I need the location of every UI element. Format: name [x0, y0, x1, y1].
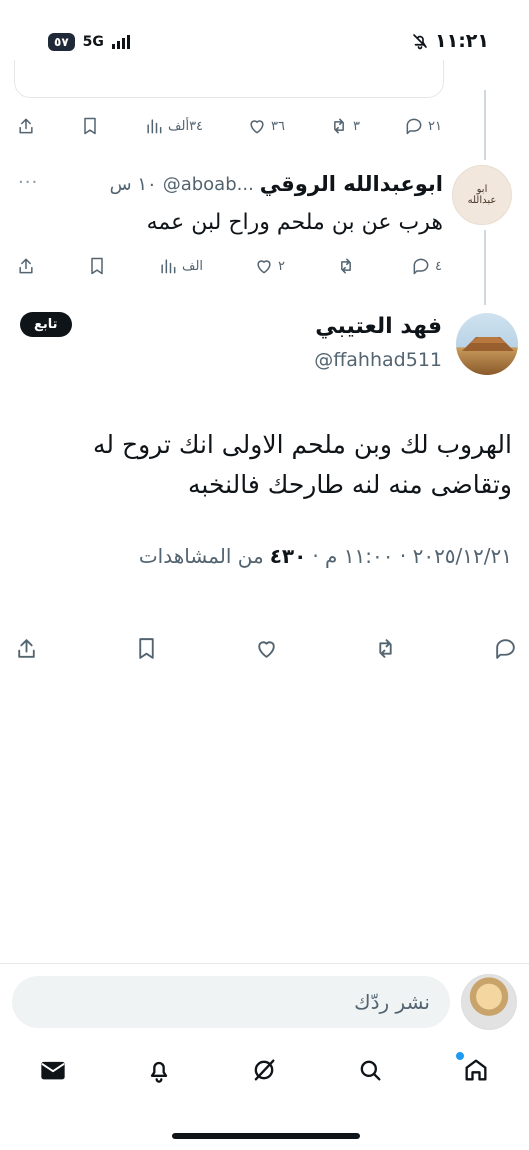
reply-icon — [496, 639, 515, 659]
share-button[interactable] — [16, 116, 36, 136]
tab-messages[interactable] — [33, 1050, 73, 1090]
retweet-icon — [341, 258, 351, 274]
reply-tweet-actions: الف ٢ ٤ — [16, 256, 442, 276]
tab-home[interactable] — [456, 1050, 496, 1090]
heart-icon — [257, 641, 275, 658]
like-button[interactable]: ٣٦ — [247, 116, 285, 136]
bookmark-icon — [84, 117, 96, 135]
retweet-button[interactable]: ٣ — [329, 116, 360, 136]
pyramid-photo-icon — [462, 337, 514, 351]
bookmark-button[interactable] — [87, 256, 107, 276]
retweet-button[interactable] — [373, 636, 398, 661]
bookmark-button[interactable] — [134, 636, 159, 661]
likes-count: ٢ — [278, 258, 286, 274]
signal-icon — [111, 35, 130, 49]
mail-icon — [41, 1061, 65, 1080]
tweet-meta: ٢٠٢٥/١٢/٢١ · ١١:٠٠ م · ٤٣٠ من المشاهدات — [139, 544, 512, 568]
bell-icon — [150, 1061, 167, 1083]
home-indicator[interactable] — [172, 1133, 360, 1139]
tab-grok[interactable] — [244, 1050, 284, 1090]
tweet-text: هرب عن بن ملحم وراح لبن عمه — [146, 210, 443, 235]
more-icon[interactable]: ··· — [18, 172, 38, 193]
share-icon — [18, 639, 35, 658]
views-count: الف — [182, 258, 204, 274]
reply-icon — [413, 258, 429, 275]
share-icon — [19, 258, 33, 274]
views-label: من المشاهدات — [138, 544, 264, 568]
likes-count: ٣٦ — [271, 118, 286, 134]
tweet-timestamp: ٢٠٢٥/١٢/٢١ · ١١:٠٠ م · — [312, 544, 512, 568]
author-name[interactable]: فهد العتيبي — [315, 314, 442, 339]
avatar[interactable] — [456, 313, 518, 375]
views-button[interactable]: الف — [158, 256, 203, 276]
heart-icon — [257, 260, 271, 274]
like-button[interactable]: ٢ — [254, 256, 285, 276]
retweet-icon — [334, 118, 344, 134]
views-icon — [161, 259, 176, 274]
author-name[interactable]: ابوعبدالله الروقي — [260, 172, 443, 196]
reply-button[interactable]: ٢١ — [404, 116, 442, 136]
quoted-card-bottom — [14, 60, 444, 98]
retweet-button[interactable] — [336, 256, 360, 276]
views-count: ٣٤ألف — [168, 118, 204, 134]
bookmark-icon — [91, 257, 103, 275]
main-tweet-actions — [14, 636, 518, 661]
reply-icon — [406, 118, 422, 135]
clock: ١١:٢١ — [435, 30, 489, 52]
thread-line — [484, 230, 486, 305]
mute-bell-icon — [413, 34, 427, 50]
bookmark-icon — [139, 638, 154, 659]
grok-icon — [255, 1059, 275, 1081]
tweet-text: الهروب لك وبن ملحم الاولى انك تروح له وت… — [93, 430, 512, 499]
home-icon — [465, 1059, 487, 1081]
views-count[interactable]: ٤٣٠ — [270, 544, 307, 568]
share-icon — [19, 118, 33, 134]
avatar[interactable]: ابو عبدالله — [452, 165, 512, 225]
retweet-icon — [379, 639, 392, 658]
status-left: ٥٧ 5G — [48, 33, 130, 51]
reply-composer — [0, 963, 529, 1038]
avatar-text: ابو — [476, 184, 488, 195]
replies-count: ٢١ — [428, 118, 442, 134]
follow-button[interactable]: تابع — [20, 312, 72, 337]
share-button[interactable] — [16, 256, 36, 276]
heart-icon — [250, 120, 264, 134]
status-right: ١١:٢١ — [411, 30, 489, 52]
reply-header: ابوعبدالله الروقي @aboab... ١٠ س — [110, 172, 443, 196]
tab-bar — [0, 1040, 529, 1100]
views-button[interactable]: ٣٤ألف — [144, 116, 203, 136]
views-icon — [147, 119, 162, 134]
author-handle[interactable]: @aboab... — [163, 174, 254, 195]
tweet-time: ١٠ س — [109, 173, 157, 195]
tab-search[interactable] — [350, 1050, 390, 1090]
search-icon — [360, 1060, 381, 1081]
replies-count: ٤ — [435, 258, 442, 274]
reply-button[interactable]: ٤ — [411, 256, 442, 276]
reply-button[interactable] — [493, 636, 518, 661]
battery-indicator: ٥٧ — [48, 33, 75, 51]
bookmark-button[interactable] — [80, 116, 100, 136]
previous-tweet-actions: ٣٤ألف ٣٦ ٣ ٢١ — [16, 116, 442, 136]
like-button[interactable] — [254, 636, 279, 661]
author-handle[interactable]: @ffahhad511 — [314, 349, 442, 371]
share-button[interactable] — [14, 636, 39, 661]
avatar-text: عبدالله — [467, 195, 497, 206]
tab-notifications[interactable] — [139, 1050, 179, 1090]
network-type: 5G — [82, 34, 104, 50]
reply-input[interactable] — [12, 976, 450, 1028]
retweets-count: ٣ — [353, 118, 361, 134]
thread-line — [484, 90, 486, 160]
avatar[interactable] — [461, 974, 517, 1030]
